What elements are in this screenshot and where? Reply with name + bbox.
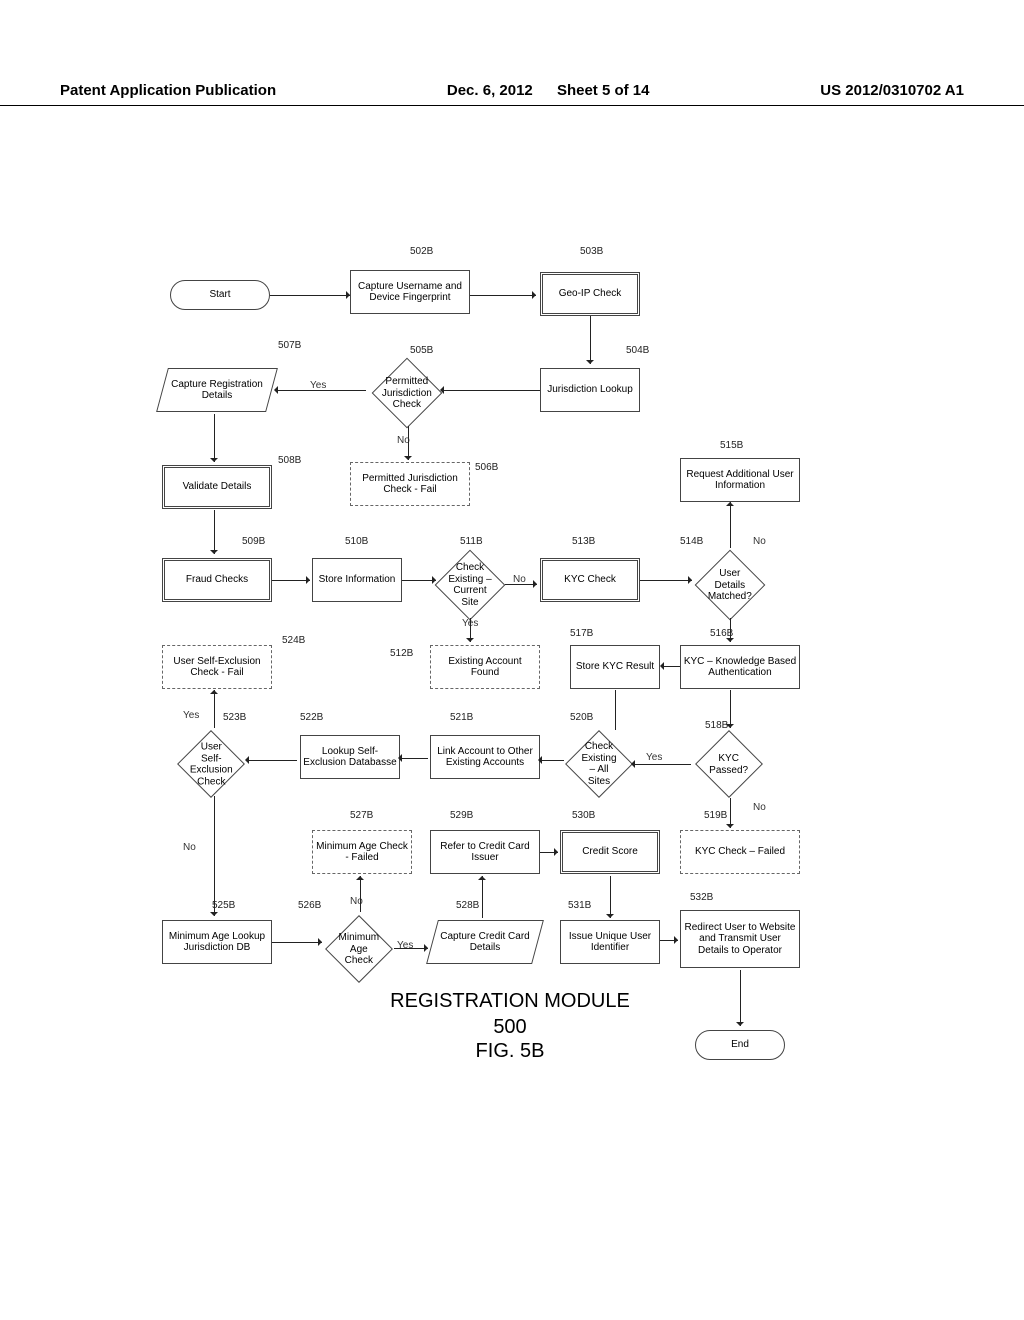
min-age-check-node: Minimum Age Check [325, 915, 393, 983]
figure-label: FIG. 5B [150, 1040, 870, 1063]
geoip-check-node: Geo-IP Check [540, 272, 640, 316]
request-additional-info-node: Request Additional User Information [680, 458, 800, 502]
ref-510b: 510B [345, 536, 368, 547]
ref-531b: 531B [568, 900, 591, 911]
link-account-node: Link Account to Other Existing Accounts [430, 735, 540, 779]
label-yes-4: Yes [183, 710, 199, 721]
permitted-jurisdiction-check-node: Permitted Jurisdiction Check [372, 358, 443, 429]
ref-528b: 528B [456, 900, 479, 911]
ref-522b: 522B [300, 712, 323, 723]
credit-score-node: Credit Score [560, 830, 660, 874]
ref-509b: 509B [242, 536, 265, 547]
ref-520b: 520B [570, 712, 593, 723]
ref-507b: 507B [278, 340, 301, 351]
module-title: REGISTRATION MODULE [150, 990, 870, 1013]
label-no-3: No [753, 536, 766, 547]
ref-523b: 523B [223, 712, 246, 723]
module-number: 500 [150, 1016, 870, 1039]
ref-503b: 503B [580, 246, 603, 257]
jurisdiction-lookup-node: Jurisdiction Lookup [540, 368, 640, 412]
kyc-kba-node: KYC – Knowledge Based Authentication [680, 645, 800, 689]
ref-508b: 508B [278, 455, 301, 466]
kyc-passed-node: KYC Passed? [695, 730, 763, 798]
self-exclusion-fail-node: User Self-Exclusion Check - Fail [162, 645, 272, 689]
label-no-4: No [753, 802, 766, 813]
flowchart-diagram: Start Capture Username and Device Finger… [150, 240, 870, 1110]
ref-525b: 525B [212, 900, 235, 911]
issue-uuid-node: Issue Unique User Identifier [560, 920, 660, 964]
ref-505b: 505B [410, 345, 433, 356]
ref-514b: 514B [680, 536, 703, 547]
label-no-5: No [183, 842, 196, 853]
check-existing-current-node: Check Existing – Current Site [435, 550, 506, 621]
ref-506b: 506B [475, 462, 498, 473]
store-kyc-result-node: Store KYC Result [570, 645, 660, 689]
permitted-jurisdiction-fail-node: Permitted Jurisdiction Check - Fail [350, 462, 470, 506]
fraud-checks-node: Fraud Checks [162, 558, 272, 602]
ref-521b: 521B [450, 712, 473, 723]
start-node: Start [170, 280, 270, 310]
ref-532b: 532B [690, 892, 713, 903]
ref-526b: 526B [298, 900, 321, 911]
ref-502b: 502B [410, 246, 433, 257]
refer-credit-card-node: Refer to Credit Card Issuer [430, 830, 540, 874]
kyc-check-node: KYC Check [540, 558, 640, 602]
ref-519b: 519B [704, 810, 727, 821]
capture-reg-details-node: Capture Registration Details [162, 368, 272, 412]
ref-515b: 515B [720, 440, 743, 451]
label-yes-3: Yes [646, 752, 662, 763]
capture-username-node: Capture Username and Device Fingerprint [350, 270, 470, 314]
min-age-lookup-node: Minimum Age Lookup Jurisdiction DB [162, 920, 272, 964]
capture-credit-card-node: Capture Credit Card Details [432, 920, 538, 964]
validate-details-node: Validate Details [162, 465, 272, 509]
ref-517b: 517B [570, 628, 593, 639]
pub-date: Dec. 6, 2012 [447, 82, 533, 99]
ref-512b: 512B [390, 648, 413, 659]
store-info-node: Store Information [312, 558, 402, 602]
ref-504b: 504B [626, 345, 649, 356]
kyc-check-failed-node: KYC Check – Failed [680, 830, 800, 874]
pub-number: US 2012/0310702 A1 [820, 82, 964, 99]
ref-518b: 518B [705, 720, 728, 731]
label-yes-5: Yes [397, 940, 413, 951]
user-details-matched-node: User Details Matched? [695, 550, 766, 621]
pub-label: Patent Application Publication [60, 82, 276, 99]
ref-524b: 524B [282, 635, 305, 646]
self-exclusion-check-node: User Self-Exclusion Check [177, 730, 245, 798]
check-existing-all-sites-node: Check Existing – All Sites [565, 730, 633, 798]
ref-530b: 530B [572, 810, 595, 821]
ref-511b: 511B [460, 536, 483, 547]
existing-account-found-node: Existing Account Found [430, 645, 540, 689]
page-header: Patent Application Publication Dec. 6, 2… [0, 82, 1024, 106]
lookup-self-exclusion-node: Lookup Self-Exclusion Databasse [300, 735, 400, 779]
redirect-user-node: Redirect User to Website and Transmit Us… [680, 910, 800, 968]
min-age-failed-node: Minimum Age Check - Failed [312, 830, 412, 874]
ref-527b: 527B [350, 810, 373, 821]
sheet-number: Sheet 5 of 14 [557, 82, 650, 99]
ref-529b: 529B [450, 810, 473, 821]
ref-513b: 513B [572, 536, 595, 547]
